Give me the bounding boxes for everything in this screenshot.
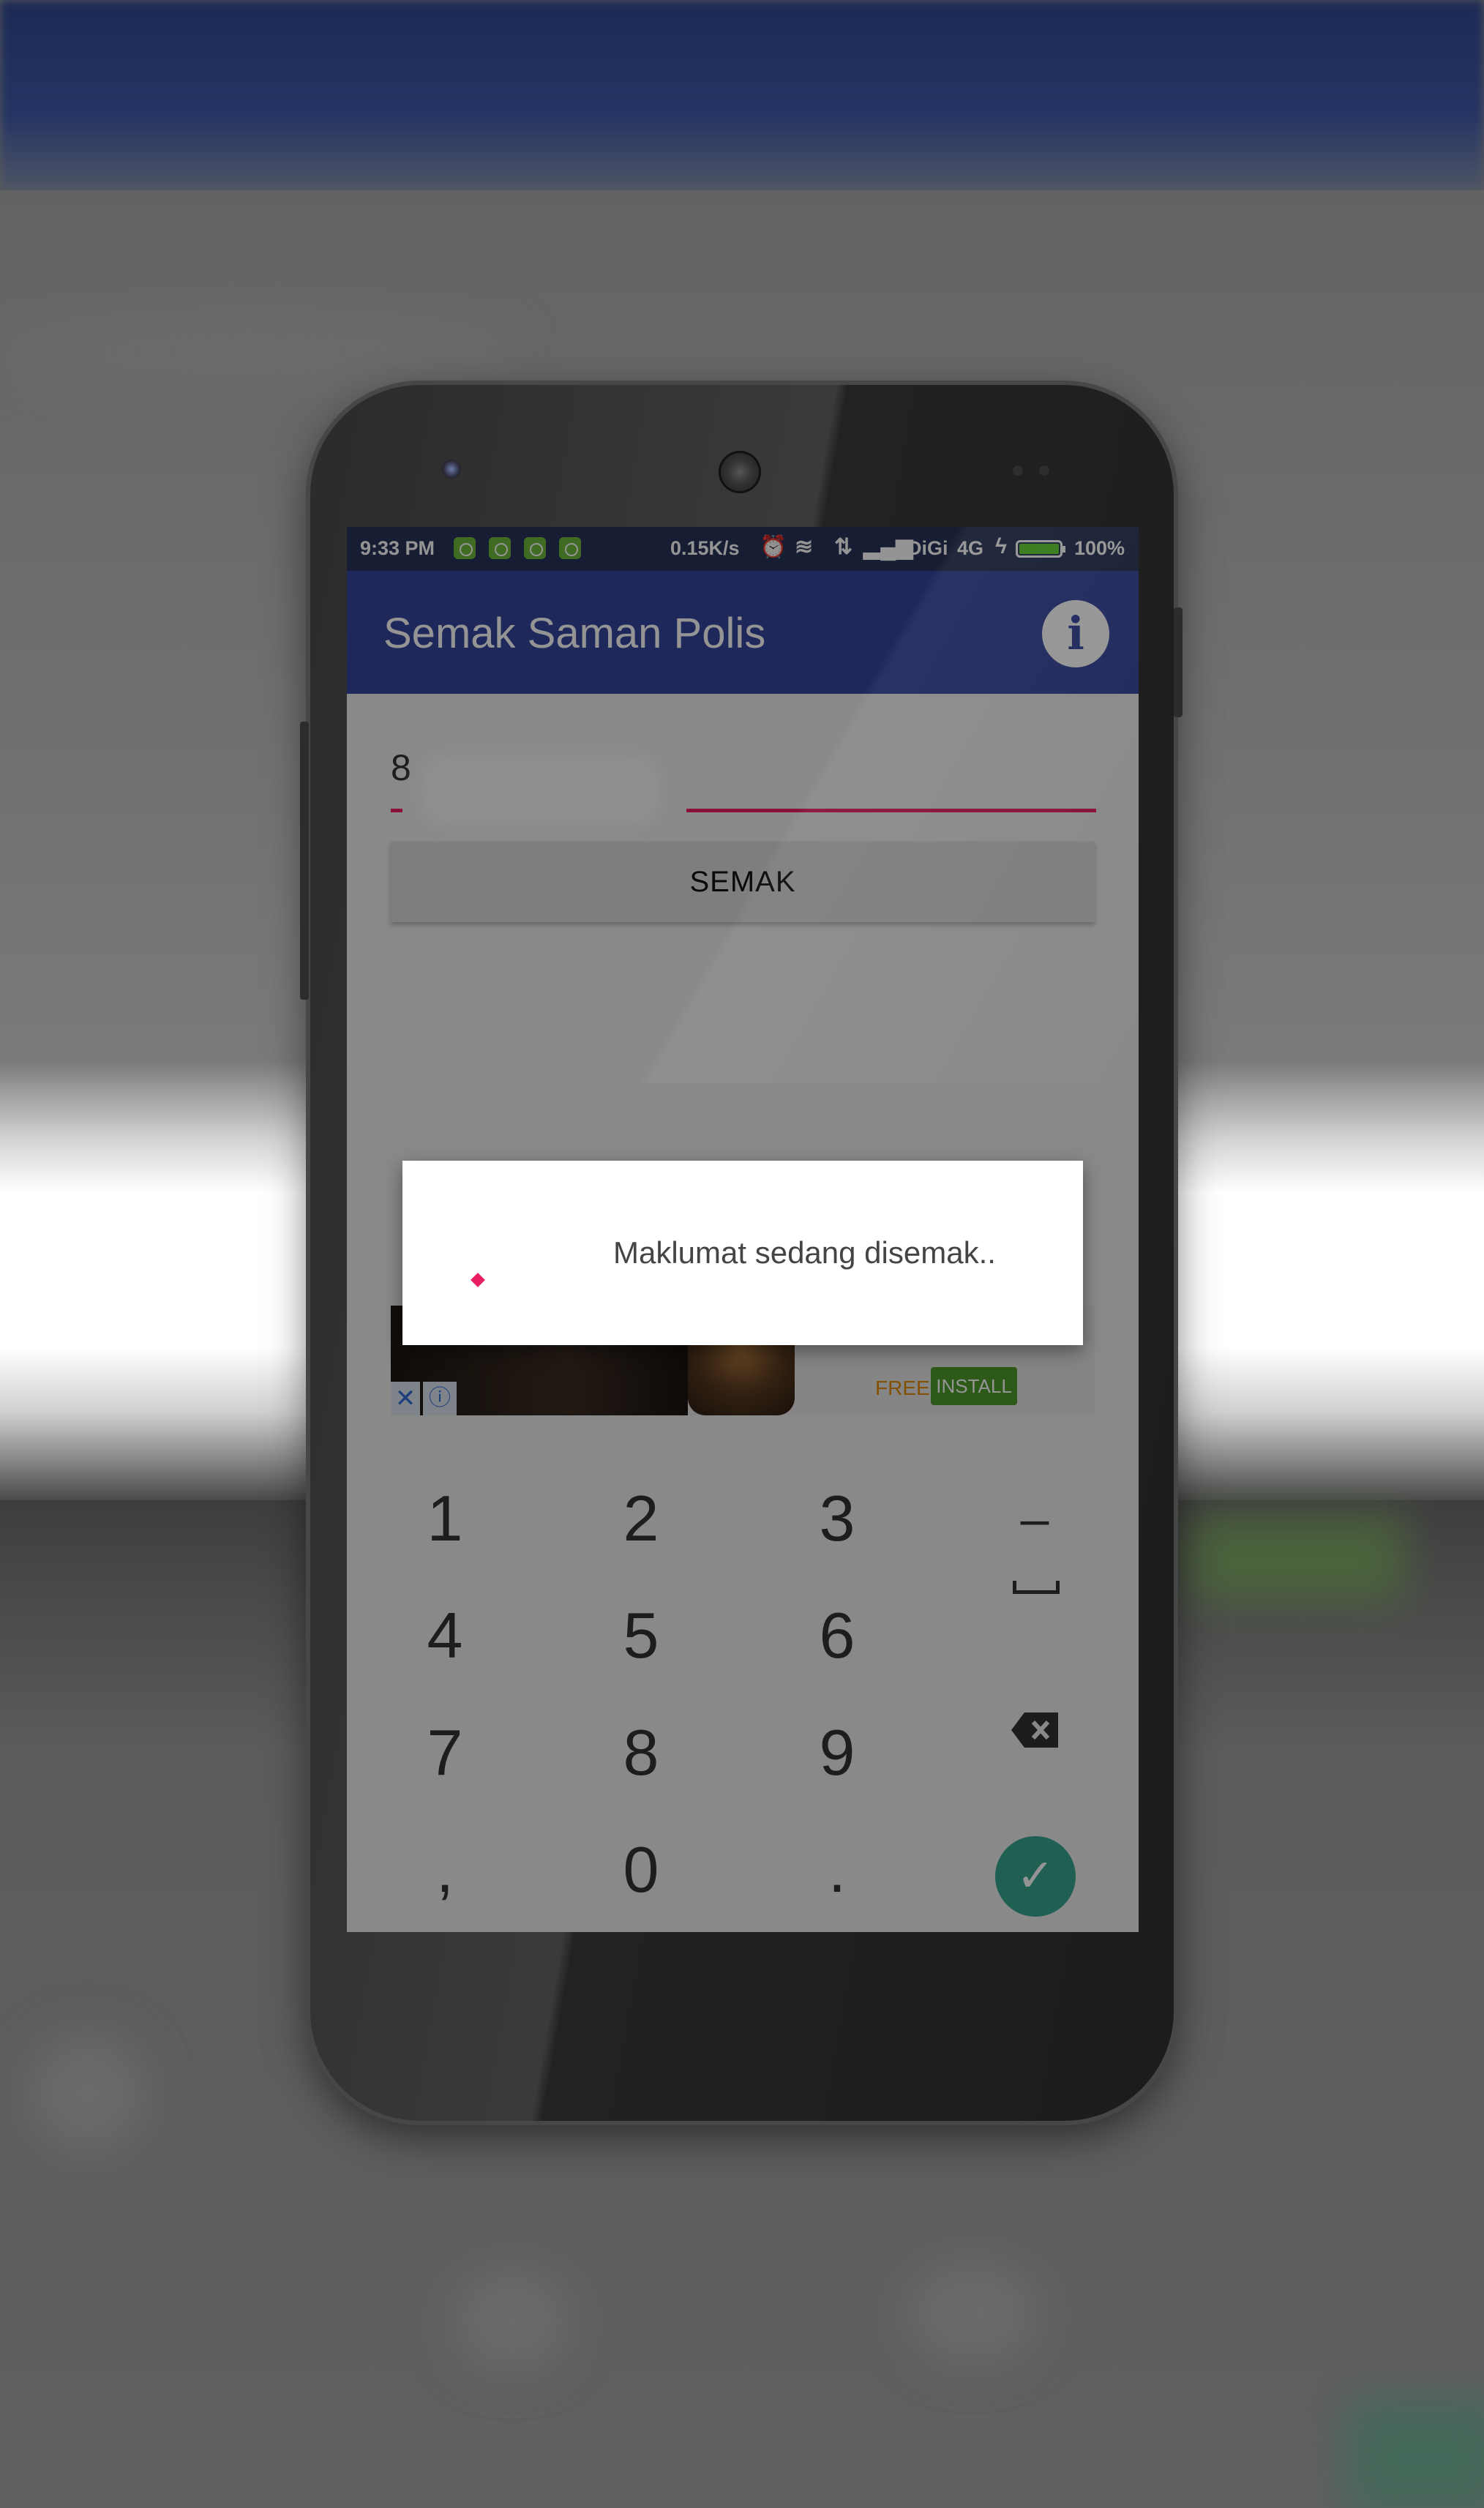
background-green-blob bbox=[1185, 1515, 1405, 1603]
front-camera-icon bbox=[442, 460, 461, 479]
background-green-blob bbox=[1346, 2400, 1484, 2508]
dialog-message: Maklumat sedang disemak.. bbox=[613, 1235, 996, 1270]
background-blur-spot bbox=[29, 2035, 146, 2152]
proximity-sensor bbox=[1013, 465, 1023, 476]
phone-power-button bbox=[1174, 607, 1183, 717]
earpiece-speaker-icon bbox=[719, 451, 761, 493]
progress-dialog: Maklumat sedang disemak.. bbox=[402, 1161, 1083, 1345]
background-blur-spot bbox=[907, 2261, 1039, 2364]
progress-spinner-icon bbox=[471, 1273, 485, 1287]
background-blur-spot bbox=[0, 307, 512, 395]
phone-screen: 9:33 PM 0.15K/s ⏰ ≋ ⇅ ▂▄▆ DiGi 4G ϟ 100%… bbox=[347, 527, 1139, 1932]
phone-volume-button bbox=[300, 722, 309, 1000]
light-sensor bbox=[1039, 465, 1049, 476]
background-top-band bbox=[0, 0, 1484, 190]
background-blur-spot bbox=[454, 2269, 571, 2371]
